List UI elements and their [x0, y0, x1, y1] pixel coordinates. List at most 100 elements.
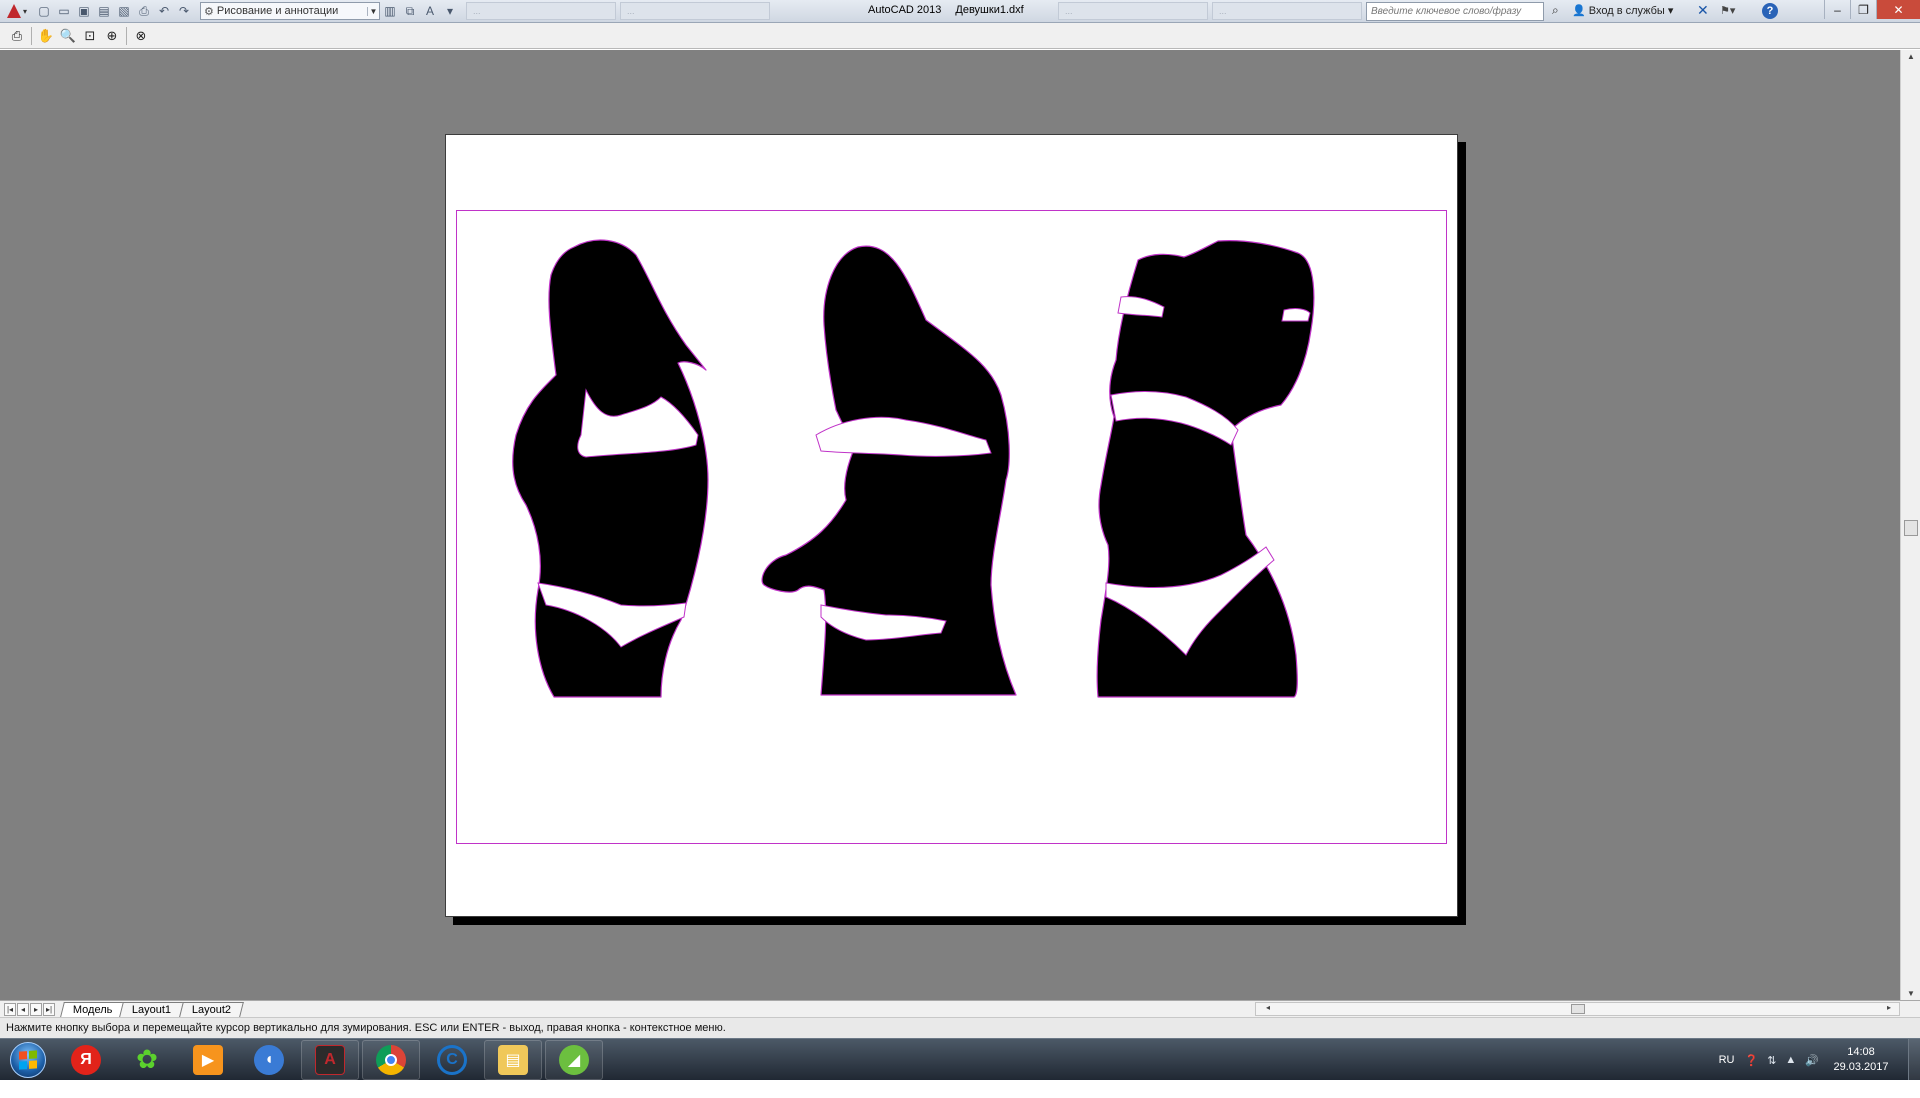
- login-label: Вход в службы: [1588, 5, 1665, 17]
- taskbar-yandex-browser[interactable]: Я: [57, 1040, 115, 1080]
- customize-quick-access-icon[interactable]: ▾: [441, 2, 459, 20]
- background-tab[interactable]: ...: [620, 2, 770, 20]
- save-as-icon[interactable]: ▤: [95, 2, 113, 20]
- next-tab-icon[interactable]: ▸: [30, 1002, 42, 1016]
- icq-flower-icon: ✿: [136, 1044, 158, 1074]
- file-name: Девушки1.dxf: [955, 4, 1024, 16]
- binoculars-search-icon[interactable]: ⌕: [1552, 3, 1568, 19]
- minimize-button[interactable]: –: [1824, 0, 1850, 19]
- window-title: AutoCAD 2013 Девушки1.dxf: [868, 4, 1038, 16]
- screen-bottom-margin: [0, 1080, 1920, 1098]
- redo-icon[interactable]: ↷: [175, 2, 193, 20]
- silhouettes-drawing: [512, 239, 1315, 698]
- horizontal-scrollbar[interactable]: ◂ ▸: [1255, 1002, 1900, 1016]
- windows-taskbar: Я ✿ ▶ ◖ A C ▤ ◢ RU ❓ ⇅ ▲ 🔊 14:08 29.03.2…: [0, 1038, 1920, 1081]
- taskbar-icq[interactable]: ✿: [118, 1040, 176, 1080]
- gear-icon: ⚙: [204, 5, 214, 18]
- chevron-down-icon: ▼: [367, 6, 379, 16]
- toolbar-separator: [126, 26, 127, 45]
- help-icon[interactable]: ?: [1762, 3, 1778, 19]
- taskbar-audio[interactable]: ◖: [240, 1040, 298, 1080]
- prev-tab-icon[interactable]: ◂: [17, 1002, 29, 1016]
- command-status-bar: Нажмите кнопку выбора и перемещайте курс…: [0, 1017, 1920, 1038]
- workspace-dropdown[interactable]: ⚙ Рисование и аннотации ▼: [200, 2, 380, 20]
- exchange-apps-icon[interactable]: ✕: [1697, 2, 1709, 19]
- autocad-icon: A: [315, 1044, 345, 1075]
- volume-icon[interactable]: 🔊: [1805, 1054, 1819, 1067]
- layer-properties-icon[interactable]: ▥: [381, 2, 399, 20]
- text-style-icon[interactable]: A: [421, 2, 439, 20]
- scroll-left-icon[interactable]: ◂: [1266, 1003, 1270, 1012]
- chevron-down-icon: ▾: [1667, 5, 1674, 17]
- show-hidden-icons-icon[interactable]: ▲: [1785, 1054, 1796, 1066]
- folder-icon: ▤: [498, 1044, 528, 1075]
- show-desktop-button[interactable]: [1908, 1039, 1920, 1081]
- login-services-button[interactable]: 👤 Вход в службы ▾: [1572, 4, 1673, 17]
- workspace-label: Рисование и аннотации: [216, 5, 339, 17]
- scrollbar-thumb[interactable]: [1571, 1004, 1585, 1014]
- close-button[interactable]: ✕: [1876, 0, 1920, 19]
- taskbar-media-player[interactable]: ▶: [179, 1040, 237, 1080]
- match-properties-icon[interactable]: ⧉: [401, 2, 419, 20]
- restore-button[interactable]: ❐: [1850, 0, 1876, 19]
- tab-layout1[interactable]: Layout1: [119, 1001, 185, 1017]
- close-preview-icon[interactable]: ⊗: [130, 26, 152, 46]
- taskbar-chrome[interactable]: [362, 1039, 420, 1080]
- yandex-browser-icon: Я: [71, 1044, 101, 1075]
- autocad-logo-icon: [6, 4, 21, 18]
- scroll-up-icon[interactable]: ▲: [1907, 52, 1915, 61]
- pan-hand-icon[interactable]: ✋: [35, 26, 57, 46]
- speaker-app-icon: ◖: [254, 1044, 284, 1075]
- clock[interactable]: 14:08 29.03.2017: [1828, 1045, 1894, 1075]
- search-input[interactable]: Введите ключевое слово/фразу: [1366, 2, 1544, 21]
- background-tab[interactable]: ...: [1212, 2, 1362, 20]
- scroll-right-icon[interactable]: ▸: [1887, 1003, 1891, 1012]
- background-browser-tabs-right: ... ...: [1058, 2, 1366, 20]
- app-name: AutoCAD 2013: [868, 4, 942, 16]
- system-tray: RU ❓ ⇅ ▲ 🔊 14:08 29.03.2017: [1719, 1039, 1920, 1081]
- windows-logo-icon: [10, 1041, 46, 1078]
- stay-connected-icon[interactable]: ⚑▾: [1720, 4, 1735, 17]
- clock-time: 14:08: [1847, 1046, 1875, 1058]
- zoom-window-icon[interactable]: ⊡: [79, 26, 101, 46]
- tab-model[interactable]: Модель: [60, 1001, 126, 1017]
- media-player-icon: ▶: [193, 1044, 223, 1075]
- background-browser-tabs: ... ...: [466, 2, 774, 20]
- start-button[interactable]: [2, 1040, 54, 1080]
- taskbar-inkscape[interactable]: ◢: [545, 1039, 603, 1080]
- background-tab[interactable]: ...: [1058, 2, 1208, 20]
- preview-toolbar: ⎙ ✋ 🔍 ⊡ ⊕ ⊗: [0, 23, 1920, 49]
- zoom-original-icon[interactable]: ⊕: [101, 26, 123, 46]
- scroll-down-icon[interactable]: ▼: [1907, 989, 1915, 998]
- first-tab-icon[interactable]: |◂: [4, 1002, 16, 1016]
- undo-icon[interactable]: ↶: [155, 2, 173, 20]
- taskbar-autocad[interactable]: A: [301, 1039, 359, 1080]
- language-indicator[interactable]: RU: [1719, 1054, 1735, 1066]
- chevron-down-icon: ▾: [22, 6, 27, 16]
- vertical-scrollbar[interactable]: ▲ ▼: [1900, 50, 1920, 1000]
- inkscape-icon: ◢: [559, 1044, 589, 1075]
- new-file-icon[interactable]: ▢: [35, 2, 53, 20]
- scrollbar-thumb[interactable]: [1904, 520, 1918, 536]
- paper-sheet: [445, 134, 1458, 917]
- title-bar: ▾ ▢ ▭ ▣ ▤ ▧ ⎙ ↶ ↷ ⚙ Рисование и аннотаци…: [0, 0, 1920, 23]
- open-file-icon[interactable]: ▭: [55, 2, 73, 20]
- save-icon[interactable]: ▣: [75, 2, 93, 20]
- autocad-window: ▾ ▢ ▭ ▣ ▤ ▧ ⎙ ↶ ↷ ⚙ Рисование и аннотаци…: [0, 0, 1920, 1098]
- status-message: Нажмите кнопку выбора и перемещайте курс…: [6, 1022, 726, 1034]
- print-icon[interactable]: ⎙: [135, 2, 153, 20]
- taskbar-ccleaner[interactable]: C: [423, 1040, 481, 1080]
- window-controls: – ❐ ✕: [1824, 0, 1920, 19]
- application-menu-button[interactable]: ▾: [0, 0, 34, 22]
- background-tab[interactable]: ...: [466, 2, 616, 20]
- toolbar-separator: [31, 26, 32, 45]
- plot-icon[interactable]: ▧: [115, 2, 133, 20]
- taskbar-file-explorer[interactable]: ▤: [484, 1039, 542, 1080]
- zoom-realtime-icon[interactable]: 🔍: [57, 26, 79, 46]
- network-icon[interactable]: ⇅: [1767, 1054, 1776, 1067]
- chrome-icon: [376, 1044, 406, 1075]
- last-tab-icon[interactable]: ▸|: [43, 1002, 55, 1016]
- help-tray-icon[interactable]: ❓: [1744, 1054, 1758, 1067]
- print-icon[interactable]: ⎙: [6, 26, 28, 46]
- tab-layout2[interactable]: Layout2: [178, 1001, 244, 1017]
